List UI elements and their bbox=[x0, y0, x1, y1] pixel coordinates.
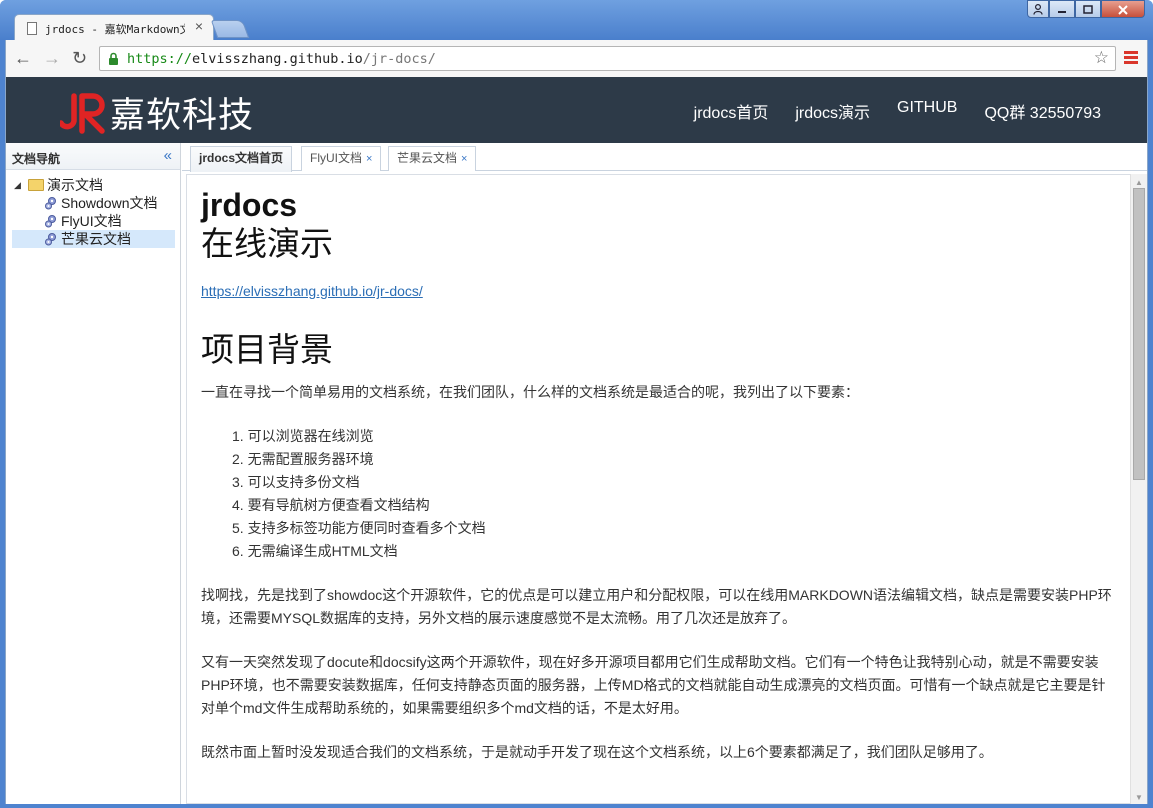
reload-icon[interactable]: ↻ bbox=[72, 49, 87, 67]
user-icon[interactable] bbox=[1027, 0, 1049, 18]
intro-paragraph: 一直在寻找一个简单易用的文档系统，在我们团队，什么样的文档系统是最适合的呢，我列… bbox=[201, 384, 859, 400]
gear-icon bbox=[45, 233, 56, 246]
lock-icon bbox=[109, 52, 118, 65]
url-text[interactable]: https://elvisszhang.github.io/jr-docs/ bbox=[127, 51, 436, 67]
site-logo[interactable]: 嘉软科技 bbox=[60, 87, 254, 138]
folder-icon bbox=[28, 179, 44, 191]
vertical-scrollbar[interactable]: ▲ ▼ bbox=[1130, 174, 1147, 804]
tree-node-demo-docs[interactable]: ◢ 演示文档 bbox=[12, 176, 175, 194]
tree-node-label: FlyUI文档 bbox=[61, 213, 122, 229]
doc-title: jrdocs bbox=[201, 187, 298, 223]
paragraph-showdoc: 找啊找，先是找到了showdoc这个开源软件，它的优点是可以建立用户和分配权限，… bbox=[201, 587, 1112, 626]
close-window-button[interactable] bbox=[1101, 0, 1145, 18]
forward-arrow-icon[interactable]: → bbox=[43, 49, 61, 67]
demo-link[interactable]: https://elvisszhang.github.io/jr-docs/ bbox=[201, 283, 423, 299]
top-nav: jrdocs首页 jrdocs演示 GITHUB QQ群 32550793 bbox=[667, 99, 1101, 123]
gear-icon bbox=[45, 197, 56, 210]
maximize-button[interactable] bbox=[1075, 0, 1101, 18]
minimize-button[interactable] bbox=[1049, 0, 1075, 18]
back-arrow-icon[interactable]: ← bbox=[14, 49, 32, 67]
scroll-down-icon[interactable]: ▼ bbox=[1135, 793, 1143, 802]
tree-node-label: 芒果云文档 bbox=[61, 231, 131, 247]
browser-tab-title: jrdocs - 嘉软Markdown文档 bbox=[45, 23, 185, 36]
doc-body: jrdocs 在线演示 https://elvisszhang.github.i… bbox=[201, 175, 1116, 764]
list-item: 6. 无需编译生成HTML文档 bbox=[232, 543, 398, 559]
scroll-up-icon[interactable]: ▲ bbox=[1135, 178, 1143, 187]
doc-tabstrip: jrdocs文档首页 FlyUI文档 × 芒果云文档 × bbox=[182, 143, 1147, 172]
tab-label: 芒果云文档 bbox=[397, 151, 458, 165]
scrollbar-thumb[interactable] bbox=[1133, 188, 1145, 480]
tree-node-showdown[interactable]: Showdown文档 bbox=[12, 194, 175, 212]
doc-content: jrdocs 在线演示 https://elvisszhang.github.i… bbox=[186, 174, 1130, 804]
tab-close-icon[interactable]: × bbox=[366, 153, 372, 165]
browser-tab[interactable]: jrdocs - 嘉软Markdown文档 × bbox=[14, 14, 214, 41]
bookmark-star-icon[interactable]: ☆ bbox=[1094, 48, 1109, 68]
main-panel: jrdocs文档首页 FlyUI文档 × 芒果云文档 × jrdocs 在线演示 h… bbox=[182, 143, 1147, 804]
page-icon bbox=[27, 22, 37, 35]
expand-triangle-icon[interactable]: ◢ bbox=[14, 176, 21, 194]
sidebar-title: 文档导航 bbox=[12, 152, 61, 166]
collapse-sidebar-icon[interactable]: « bbox=[164, 147, 172, 164]
nav-link-demo[interactable]: jrdocs演示 bbox=[795, 99, 870, 123]
nav-tree: ◢ 演示文档 Showdown文档 FlyUI文档 芒果云文档 bbox=[12, 176, 175, 248]
section-heading-demo: 在线演示 bbox=[201, 227, 333, 263]
page-viewport: 嘉软科技 jrdocs首页 jrdocs演示 GITHUB QQ群 325507… bbox=[5, 77, 1148, 804]
new-tab-button[interactable] bbox=[210, 20, 250, 38]
list-item: 1. 可以浏览器在线浏览 bbox=[232, 428, 374, 444]
tab-label: FlyUI文档 bbox=[310, 151, 362, 165]
nav-link-github[interactable]: GITHUB bbox=[897, 99, 957, 123]
requirements-list: 1. 可以浏览器在线浏览 2. 无需配置服务器环境 3. 可以支持多份文档 4.… bbox=[232, 425, 1116, 563]
nav-link-qq-group[interactable]: QQ群 32550793 bbox=[984, 99, 1101, 123]
paragraph-docute: 又有一天突然发现了docute和docsify这两个开源软件，现在好多开源项目都… bbox=[201, 654, 1106, 716]
sidebar-header: 文档导航 « bbox=[6, 143, 180, 170]
tab-mango-cloud[interactable]: 芒果云文档 × bbox=[388, 146, 477, 171]
paragraph-conclusion: 既然市面上暂时没发现适合我们的文档系统，于是就动手开发了现在这个文档系统，以上6… bbox=[201, 744, 993, 760]
menu-icon[interactable] bbox=[1124, 51, 1138, 66]
tab-close-icon[interactable]: × bbox=[195, 18, 203, 34]
tree-node-flyui[interactable]: FlyUI文档 bbox=[12, 212, 175, 230]
list-item: 3. 可以支持多份文档 bbox=[232, 474, 360, 490]
sidebar: 文档导航 « ◢ 演示文档 Showdown文档 FlyUI文档 芒果云文档 bbox=[6, 143, 181, 804]
address-bar[interactable]: https://elvisszhang.github.io/jr-docs/ ☆ bbox=[99, 46, 1116, 71]
tab-label: jrdocs文档首页 bbox=[199, 151, 284, 165]
site-header: 嘉软科技 jrdocs首页 jrdocs演示 GITHUB QQ群 325507… bbox=[6, 77, 1147, 143]
gear-icon bbox=[45, 215, 56, 228]
section-heading-background: 项目背景 bbox=[201, 333, 333, 369]
tab-jrdocs-home[interactable]: jrdocs文档首页 bbox=[190, 146, 293, 172]
browser-toolbar: ← → ↻ https://elvisszhang.github.io/jr-d… bbox=[5, 40, 1148, 77]
logo-mark-icon bbox=[60, 92, 105, 134]
tree-node-label: 演示文档 bbox=[47, 177, 103, 193]
title-bar: jrdocs - 嘉软Markdown文档 × bbox=[0, 0, 1153, 41]
tab-close-icon[interactable]: × bbox=[461, 153, 467, 165]
tree-node-label: Showdown文档 bbox=[61, 195, 158, 211]
tab-flyui[interactable]: FlyUI文档 × bbox=[301, 146, 382, 171]
list-item: 4. 要有导航树方便查看文档结构 bbox=[232, 497, 430, 513]
list-item: 5. 支持多标签功能方便同时查看多个文档 bbox=[232, 520, 486, 536]
browser-window: jrdocs - 嘉软Markdown文档 × ← → ↻ bbox=[0, 0, 1153, 808]
logo-text: 嘉软科技 bbox=[110, 96, 255, 135]
tree-node-mango-cloud[interactable]: 芒果云文档 bbox=[12, 230, 175, 248]
nav-link-home[interactable]: jrdocs首页 bbox=[694, 99, 769, 123]
window-controls bbox=[1027, 0, 1145, 18]
list-item: 2. 无需配置服务器环境 bbox=[232, 451, 374, 467]
